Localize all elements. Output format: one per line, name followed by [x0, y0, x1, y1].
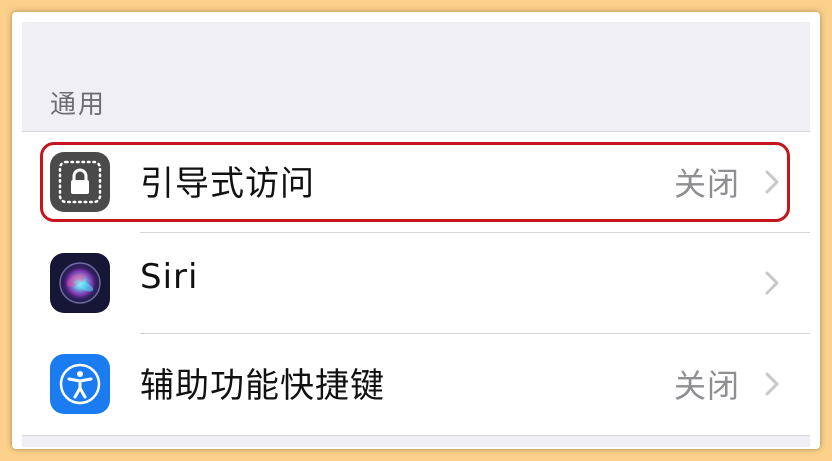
- row-label: 引导式访问: [140, 164, 315, 204]
- row-value: 关闭: [673, 367, 740, 405]
- chevron-right-icon: [762, 269, 782, 297]
- accessibility-icon: [50, 354, 110, 414]
- screenshot-frame: 通用 引导式访问 关闭 Siri 辅助功能快捷键 关闭: [12, 12, 820, 449]
- guided-access-lock-icon: [50, 152, 110, 212]
- siri-icon: [50, 253, 110, 313]
- chevron-right-icon: [762, 370, 782, 398]
- row-guided-access[interactable]: 引导式访问 关闭: [22, 132, 810, 232]
- chevron-right-icon: [762, 168, 782, 196]
- row-label: 辅助功能快捷键: [140, 366, 385, 406]
- settings-group: 引导式访问 关闭 Siri 辅助功能快捷键 关闭: [22, 131, 810, 436]
- row-value: 关闭: [673, 165, 740, 203]
- row-label: Siri: [140, 257, 199, 297]
- section-header: 通用: [50, 90, 107, 120]
- settings-screen: 通用 引导式访问 关闭 Siri 辅助功能快捷键 关闭: [22, 22, 810, 447]
- row-siri[interactable]: Siri: [22, 233, 810, 333]
- row-accessibility-shortcut[interactable]: 辅助功能快捷键 关闭: [22, 334, 810, 434]
